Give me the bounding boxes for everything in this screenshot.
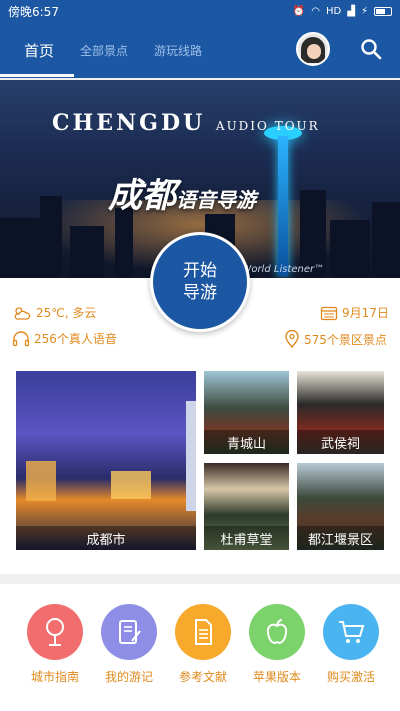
tile-label: 青城山 — [204, 430, 289, 454]
tree-icon — [27, 604, 83, 660]
calendar-icon — [320, 306, 338, 320]
tab-routes-label: 游玩线路 — [154, 43, 203, 58]
cart-icon — [323, 604, 379, 660]
menu-label: 参考文献 — [178, 670, 227, 684]
weather-info: 25℃, 多云 — [12, 304, 96, 321]
tile-label: 杜甫草堂 — [204, 526, 289, 550]
banner-cn-title: 成都语音导游 — [108, 168, 256, 217]
menu-label: 我的游记 — [104, 670, 153, 684]
banner-title: CHENGDU AUDIO TOUR — [52, 110, 320, 136]
tab-home-label: 首页 — [24, 41, 55, 60]
menu-apple-version[interactable]: 苹果版本 — [240, 604, 314, 685]
banner-cn-sub: 语音导游 — [176, 188, 256, 212]
menu-my-journal[interactable]: 我的游记 — [92, 604, 166, 685]
spots-text: 575个景区景点 — [304, 332, 387, 347]
tab-routes[interactable]: 游玩线路 — [154, 22, 202, 78]
document-icon — [175, 604, 231, 660]
voices-info: 256个真人语音 — [12, 330, 117, 347]
menu-city-guide[interactable]: 城市指南 — [18, 604, 92, 685]
signal-icon: ▟ — [347, 5, 355, 17]
tab-home[interactable]: 首页 — [24, 22, 54, 78]
banner-title-main: CHENGDU — [52, 110, 206, 136]
search-icon[interactable] — [360, 38, 382, 60]
tile-label: 都江堰景区 — [297, 526, 384, 550]
apple-icon — [249, 604, 305, 660]
tile-wuhouci[interactable]: 武侯祠 — [297, 371, 384, 454]
tab-indicator — [0, 74, 74, 77]
charging-icon: ⚡ — [360, 5, 368, 17]
tile-chengdu[interactable]: 成都市 — [16, 371, 196, 550]
tile-label: 成都市 — [16, 526, 196, 550]
menu-label: 购买激活 — [326, 670, 375, 684]
date-text: 9月17日 — [342, 306, 389, 320]
notebook-icon — [101, 604, 157, 660]
location-pin-icon — [285, 330, 299, 348]
wifi-icon: ◠ — [311, 5, 321, 17]
menu-label: 城市指南 — [30, 670, 79, 684]
weather-text: 25℃, 多云 — [36, 306, 97, 320]
battery-icon — [374, 6, 392, 16]
app-bar: 首页 全部景点 游玩线路 — [0, 22, 400, 78]
menu-buy-activate[interactable]: 购买激活 — [314, 604, 388, 685]
tab-all-spots[interactable]: 全部景点 — [80, 22, 128, 78]
status-bar: 傍晚6:57 ⏰ ◠ HD ▟ ⚡ — [0, 0, 400, 22]
banner-title-sub: AUDIO TOUR — [215, 119, 320, 133]
section-divider — [0, 574, 400, 584]
start-tour-button[interactable]: 开始导游 — [150, 232, 250, 332]
tile-label: 武侯祠 — [297, 430, 384, 454]
alarm-icon: ⏰ — [292, 5, 306, 17]
tile-dufu-caotang[interactable]: 杜甫草堂 — [204, 463, 289, 550]
status-icons: ⏰ ◠ HD ▟ ⚡ — [293, 6, 392, 17]
status-time: 傍晚6:57 — [8, 4, 59, 19]
avatar[interactable] — [296, 32, 330, 66]
bottom-menu: 城市指南 我的游记 参考文献 苹果版本 购买激活 — [0, 584, 400, 711]
date-info: 9月17日 — [320, 304, 389, 321]
network-label: HD — [326, 5, 342, 17]
menu-label: 苹果版本 — [252, 670, 301, 684]
tile-qingchengshan[interactable]: 青城山 — [204, 371, 289, 454]
start-tour-label: 开始导游 — [183, 261, 217, 303]
headphones-icon — [12, 330, 30, 346]
voices-text: 256个真人语音 — [34, 332, 117, 346]
menu-references[interactable]: 参考文献 — [166, 604, 240, 685]
spots-info: 575个景区景点 — [284, 330, 387, 348]
tile-dujiangyan[interactable]: 都江堰景区 — [297, 463, 384, 550]
banner-cn-main: 成都 — [108, 176, 176, 216]
tab-all-spots-label: 全部景点 — [80, 43, 129, 58]
cloud-sun-icon — [14, 306, 31, 320]
